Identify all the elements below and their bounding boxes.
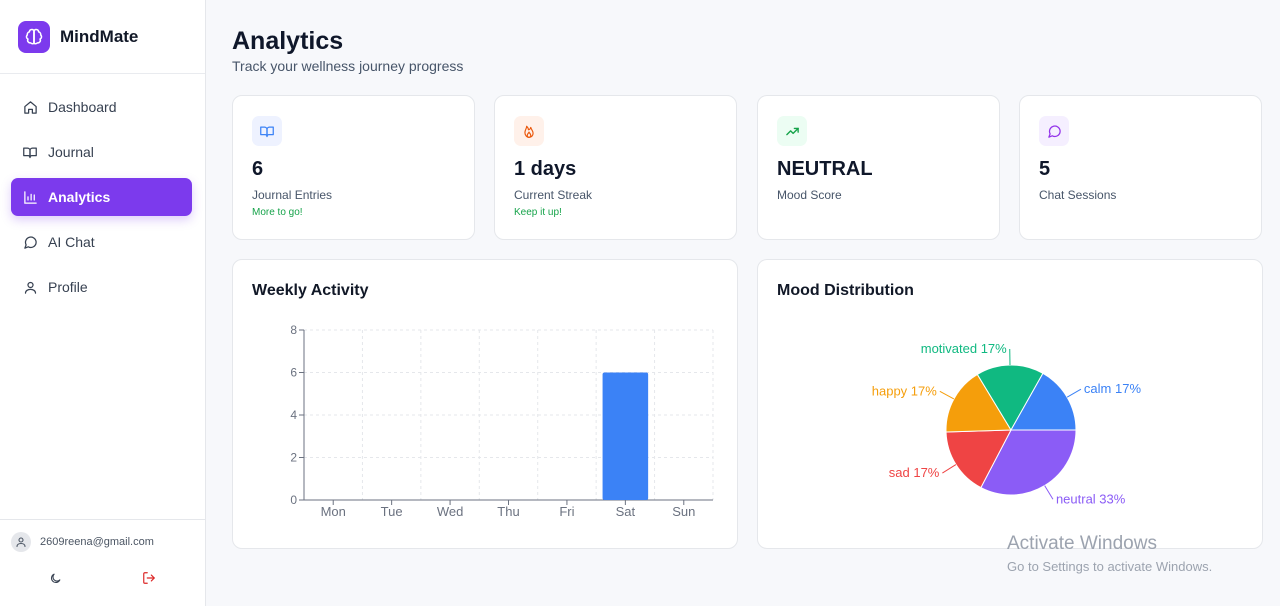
stat-value: 6 bbox=[252, 158, 264, 180]
book-icon bbox=[252, 116, 282, 146]
avatar bbox=[11, 532, 31, 552]
sidebar-item-label: Journal bbox=[48, 144, 94, 160]
x-tick-label: Wed bbox=[437, 504, 464, 519]
pie-leader-line bbox=[1066, 388, 1082, 398]
stat-card-chat-sessions: 5 Chat Sessions bbox=[1019, 95, 1262, 240]
y-tick-label: 0 bbox=[290, 493, 297, 507]
activation-watermark-subtitle: Go to Settings to activate Windows. bbox=[1007, 559, 1213, 574]
x-tick-label: Fri bbox=[559, 504, 574, 519]
stat-value: NEUTRAL bbox=[777, 158, 873, 180]
stat-label: Chat Sessions bbox=[1039, 188, 1117, 202]
chat-icon bbox=[1039, 116, 1069, 146]
sidebar-item-label: AI Chat bbox=[48, 234, 95, 250]
stat-note: More to go! bbox=[252, 207, 303, 218]
home-icon bbox=[22, 99, 38, 115]
x-tick-label: Thu bbox=[497, 504, 519, 519]
moon-icon[interactable] bbox=[47, 570, 63, 586]
bar bbox=[602, 372, 649, 500]
mood-distribution-chart: neutral 33% sad 17% happy 17% motivated 17%… bbox=[872, 341, 1142, 506]
brand[interactable]: MindMate bbox=[0, 0, 205, 74]
flame-icon bbox=[514, 116, 544, 146]
stat-card-current-streak: 1 days Current Streak Keep it up! bbox=[494, 95, 737, 240]
y-tick-label: 2 bbox=[290, 451, 297, 465]
trending-up-icon bbox=[777, 116, 807, 146]
sidebar-item-journal[interactable]: Journal bbox=[11, 133, 192, 171]
page-title: Analytics bbox=[232, 27, 344, 55]
stat-label: Journal Entries bbox=[252, 188, 333, 202]
bar-chart-icon bbox=[22, 189, 38, 205]
pie-label: neutral 33% bbox=[1056, 491, 1126, 506]
sidebar-nav: Dashboard Journal Analytics AI Chat Prof… bbox=[0, 74, 205, 306]
y-tick-label: 6 bbox=[290, 366, 297, 380]
weekly-activity-chart: 0 2 4 6 8 Mon Tue Wed Thu Fri Sat Sun bbox=[290, 323, 714, 519]
sidebar-item-ai-chat[interactable]: AI Chat bbox=[11, 223, 192, 261]
mood-distribution-panel: Mood Distribution neutral 33% sad 17% happ… bbox=[757, 259, 1263, 549]
sidebar-footer: 2609reena@gmail.com bbox=[0, 519, 205, 606]
sidebar: MindMate Dashboard Journal Analytics AI … bbox=[0, 0, 206, 606]
pie-label: motivated 17% bbox=[921, 341, 1007, 356]
sidebar-item-profile[interactable]: Profile bbox=[11, 268, 192, 306]
pie-leader-line bbox=[939, 390, 955, 400]
sidebar-item-label: Dashboard bbox=[48, 99, 117, 115]
pie-leader-line bbox=[942, 464, 957, 474]
activation-watermark-title: Activate Windows bbox=[1007, 533, 1157, 554]
weekly-activity-panel: Weekly Activity 0 2 4 6 8 Mon Tue Wed Thu Fri Sat S… bbox=[232, 259, 738, 549]
sidebar-item-dashboard[interactable]: Dashboard bbox=[11, 88, 192, 126]
logout-icon[interactable] bbox=[141, 570, 157, 586]
stat-card-journal-entries: 6 Journal Entries More to go! bbox=[232, 95, 475, 240]
chat-icon bbox=[22, 234, 38, 250]
x-tick-label: Tue bbox=[381, 504, 403, 519]
page-subtitle: Track your wellness journey progress bbox=[232, 58, 464, 74]
brain-icon bbox=[18, 20, 50, 53]
user-email: 2609reena@gmail.com bbox=[40, 536, 154, 548]
pie-label: calm 17% bbox=[1084, 381, 1142, 396]
footer-actions bbox=[0, 552, 205, 586]
x-tick-label: Sun bbox=[672, 504, 695, 519]
stat-card-mood-score: NEUTRAL Mood Score bbox=[757, 95, 1000, 240]
app-name: MindMate bbox=[60, 26, 139, 46]
user-info: 2609reena@gmail.com bbox=[0, 520, 205, 552]
stat-label: Current Streak bbox=[514, 188, 593, 202]
sidebar-item-analytics[interactable]: Analytics bbox=[11, 178, 192, 216]
y-tick-label: 4 bbox=[290, 408, 297, 422]
book-icon bbox=[22, 144, 38, 160]
pie-label: happy 17% bbox=[872, 383, 937, 398]
pie-leader-line bbox=[1044, 485, 1054, 500]
y-tick-label: 8 bbox=[290, 323, 297, 337]
x-tick-label: Sat bbox=[616, 504, 636, 519]
pie-label: sad 17% bbox=[889, 465, 940, 480]
stat-value: 5 bbox=[1039, 158, 1051, 180]
x-tick-label: Mon bbox=[321, 504, 346, 519]
sidebar-item-label: Analytics bbox=[48, 189, 111, 205]
stat-note: Keep it up! bbox=[514, 207, 562, 218]
user-icon bbox=[22, 279, 38, 295]
stat-value: 1 days bbox=[514, 158, 577, 180]
sidebar-item-label: Profile bbox=[48, 279, 88, 295]
stat-label: Mood Score bbox=[777, 188, 842, 202]
